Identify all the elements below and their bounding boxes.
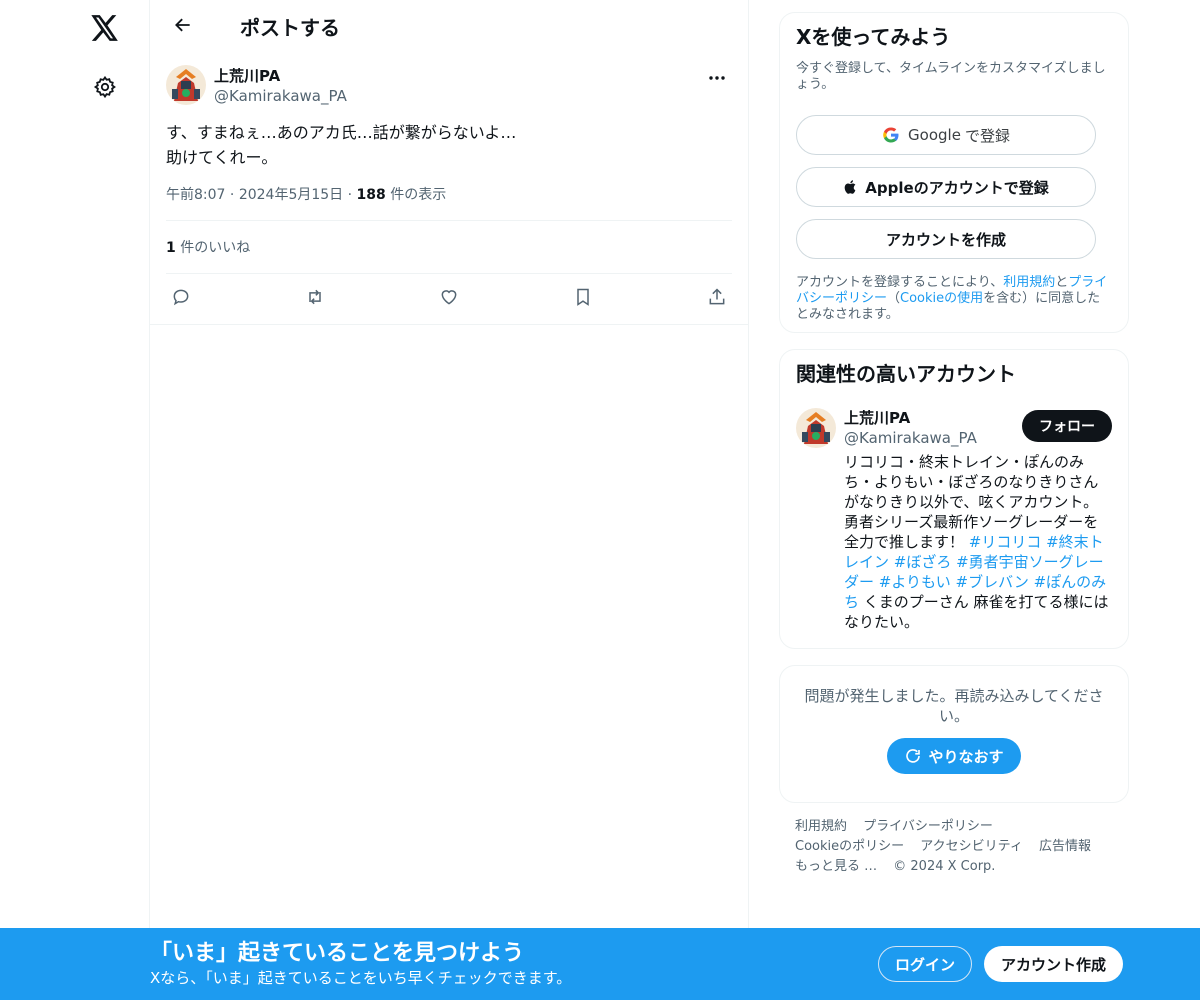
meta-separator: · <box>347 187 357 203</box>
legal-notice: アカウントを登録することにより、利用規約とプライバシーポリシー（Cookieの使… <box>796 275 1112 323</box>
error-card: 問題が発生しました。再読み込みしてください。 やりなおす <box>779 665 1129 803</box>
related-account-info: 上荒川PA @Kamirakawa_PA フォロー リコリコ・終末トレイン・ぽん… <box>844 408 1112 632</box>
related-account-names: 上荒川PA @Kamirakawa_PA <box>844 408 977 448</box>
follow-button[interactable]: フォロー <box>1022 410 1112 442</box>
footer-links: 利用規約 プライバシーポリシー Cookieのポリシー アクセシビリティ 広告情… <box>779 817 1129 877</box>
bottom-signup-bar: 「いま」起きていることを見つけよう Xなら、「いま」起きていることをいち早くチェ… <box>0 928 1200 1000</box>
post-text-line: 助けてくれー。 <box>166 148 278 167</box>
left-nav <box>0 0 150 1000</box>
post-text-line: す、すまねぇ…あのアカ氏…話が繋がらないよ… <box>166 123 517 142</box>
retry-label: やりなおす <box>928 747 1004 766</box>
create-account-label: アカウントを作成 <box>885 230 1006 249</box>
related-account-row[interactable]: 上荒川PA @Kamirakawa_PA フォロー リコリコ・終末トレイン・ぽん… <box>796 408 1112 632</box>
footer-privacy-link[interactable]: プライバシーポリシー <box>863 819 993 834</box>
apple-signup-button[interactable]: Appleのアカウントで登録 <box>796 167 1096 207</box>
main-column: ポストする 上荒川PA @Kamirakawa_PA す、すまねぇ…あのアカ氏…… <box>149 0 749 1000</box>
page-title: ポストする <box>240 16 340 40</box>
reply-button[interactable] <box>168 286 194 312</box>
author-info: 上荒川PA @Kamirakawa_PA <box>214 66 347 106</box>
signup-title: Xを使ってみよう <box>796 25 951 49</box>
google-icon <box>882 126 900 144</box>
footer-copyright: © 2024 X Corp. <box>893 859 996 874</box>
view-label: 件の表示 <box>390 187 447 203</box>
repost-icon <box>304 287 326 311</box>
legal-text: アカウントを登録することにより、 <box>796 275 1004 290</box>
refresh-icon <box>904 747 922 765</box>
signup-subtitle: 今すぐ登録して、タイムラインをカスタマイズしましょう。 <box>796 61 1106 92</box>
post-detail: 上荒川PA @Kamirakawa_PA す、すまねぇ…あのアカ氏…話が繋がらな… <box>150 53 748 325</box>
like-label: 件のいいね <box>180 240 251 256</box>
post-meta: 午前8:07 · 2024年5月15日 · 188 件の表示 <box>166 184 732 221</box>
like-icon <box>439 287 459 311</box>
related-accounts-card: 関連性の高いアカウント 上荒川PA @Kamirakawa_PA フォロー リコ… <box>779 349 1129 649</box>
footer-terms-link[interactable]: 利用規約 <box>795 819 847 834</box>
apple-signup-label: Appleのアカウントで登録 <box>865 178 1049 197</box>
bottom-bar-subtitle: Xなら、「いま」起きていることをいち早くチェックできます。 <box>150 969 572 987</box>
signup-button[interactable]: アカウント作成 <box>984 946 1123 982</box>
login-button[interactable]: ログイン <box>878 946 972 982</box>
related-account-bio: リコリコ・終末トレイン・ぽんのみち・よりもい・ぼざろのなりきりさんがなりきり以外… <box>844 452 1112 632</box>
arrow-left-icon <box>173 15 193 39</box>
more-icon <box>708 66 726 85</box>
reply-icon <box>171 287 191 311</box>
footer-cookie-link[interactable]: Cookieのポリシー <box>795 839 904 854</box>
post-actions <box>150 274 748 325</box>
legal-text: と <box>1055 275 1069 290</box>
cookie-link[interactable]: Cookieの使用 <box>900 291 983 306</box>
like-button[interactable] <box>436 286 462 312</box>
right-sidebar: Xを使ってみよう 今すぐ登録して、タイムラインをカスタマイズしましょう。 Goo… <box>779 12 1129 877</box>
footer-ads-link[interactable]: 広告情報 <box>1039 839 1091 854</box>
related-account-handle[interactable]: @Kamirakawa_PA <box>844 428 977 448</box>
error-message: 問題が発生しました。再読み込みしてください。 <box>804 687 1104 725</box>
bio-text: くまのプーさん 麻雀を打てる様にはなりたい。 <box>844 593 1109 631</box>
footer-more-link[interactable]: もっと見る … <box>795 859 877 874</box>
avatar[interactable] <box>796 408 836 448</box>
back-button[interactable] <box>166 10 200 44</box>
meta-separator: · <box>229 187 239 203</box>
retry-button[interactable]: やりなおす <box>887 738 1021 774</box>
related-account-name[interactable]: 上荒川PA <box>844 408 977 428</box>
likes-row[interactable]: 1 件のいいね <box>166 221 732 274</box>
google-suffix: で登録 <box>964 126 1010 145</box>
more-options-button[interactable] <box>702 65 732 85</box>
bookmark-button[interactable] <box>570 286 596 312</box>
bottom-bar-title: 「いま」起きていることを見つけよう <box>150 941 525 966</box>
gear-icon[interactable] <box>90 72 120 102</box>
signup-card: Xを使ってみよう 今すぐ登録して、タイムラインをカスタマイズしましょう。 Goo… <box>779 12 1129 333</box>
author-row: 上荒川PA @Kamirakawa_PA <box>166 65 732 106</box>
page-header: ポストする <box>150 0 748 53</box>
view-count: 188 <box>356 187 386 203</box>
related-title: 関連性の高いアカウント <box>796 362 1016 386</box>
avatar[interactable] <box>166 65 206 105</box>
share-button[interactable] <box>704 286 730 312</box>
post-time[interactable]: 午前8:07 <box>166 187 225 203</box>
post-text: す、すまねぇ…あのアカ氏…話が繋がらないよ… 助けてくれー。 <box>166 120 732 170</box>
bookmark-icon <box>573 287 593 311</box>
google-signup-button[interactable]: Google で登録 <box>796 115 1096 155</box>
related-account-top: 上荒川PA @Kamirakawa_PA フォロー <box>844 408 1112 448</box>
author-handle[interactable]: @Kamirakawa_PA <box>214 86 347 106</box>
legal-text: （ <box>887 291 901 306</box>
author-name[interactable]: 上荒川PA <box>214 66 347 86</box>
footer-accessibility-link[interactable]: アクセシビリティ <box>920 839 1023 854</box>
apple-icon <box>843 178 859 196</box>
terms-link[interactable]: 利用規約 <box>1003 275 1055 290</box>
x-logo-icon[interactable] <box>90 13 120 43</box>
repost-button[interactable] <box>302 286 328 312</box>
like-count: 1 <box>166 240 176 256</box>
share-icon <box>707 287 727 311</box>
post-date[interactable]: 2024年5月15日 <box>239 187 343 203</box>
create-account-button[interactable]: アカウントを作成 <box>796 219 1096 259</box>
google-brand: Google <box>908 126 961 144</box>
